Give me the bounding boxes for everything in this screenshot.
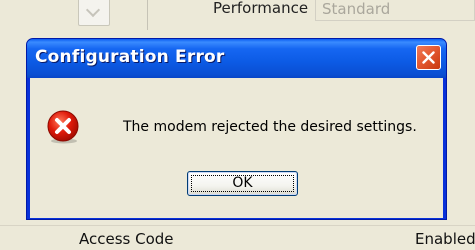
background-window-bottom [0, 222, 475, 250]
access-code-label: Access Code [79, 230, 174, 248]
ok-button-label: OK [232, 175, 253, 191]
dropdown-arrow-button[interactable] [78, 0, 110, 26]
dialog-titlebar[interactable]: Configuration Error [27, 39, 446, 78]
dialog-title: Configuration Error [35, 47, 225, 67]
close-icon [422, 51, 435, 64]
error-icon [47, 110, 79, 144]
close-button[interactable] [416, 45, 441, 70]
performance-field[interactable]: Standard [315, 0, 475, 21]
background-window-top: Performance Standard [0, 0, 475, 30]
divider [147, 0, 148, 30]
dialog-body: The modem rejected the desired settings.… [30, 78, 443, 218]
error-message: The modem rejected the desired settings. [123, 119, 417, 135]
enabled-label: Enabled [415, 230, 475, 248]
configuration-error-dialog: Configuration Error The modem rejected t… [26, 38, 447, 220]
divider [0, 225, 475, 226]
performance-label: Performance [213, 0, 309, 17]
ok-button[interactable]: OK [187, 171, 298, 196]
